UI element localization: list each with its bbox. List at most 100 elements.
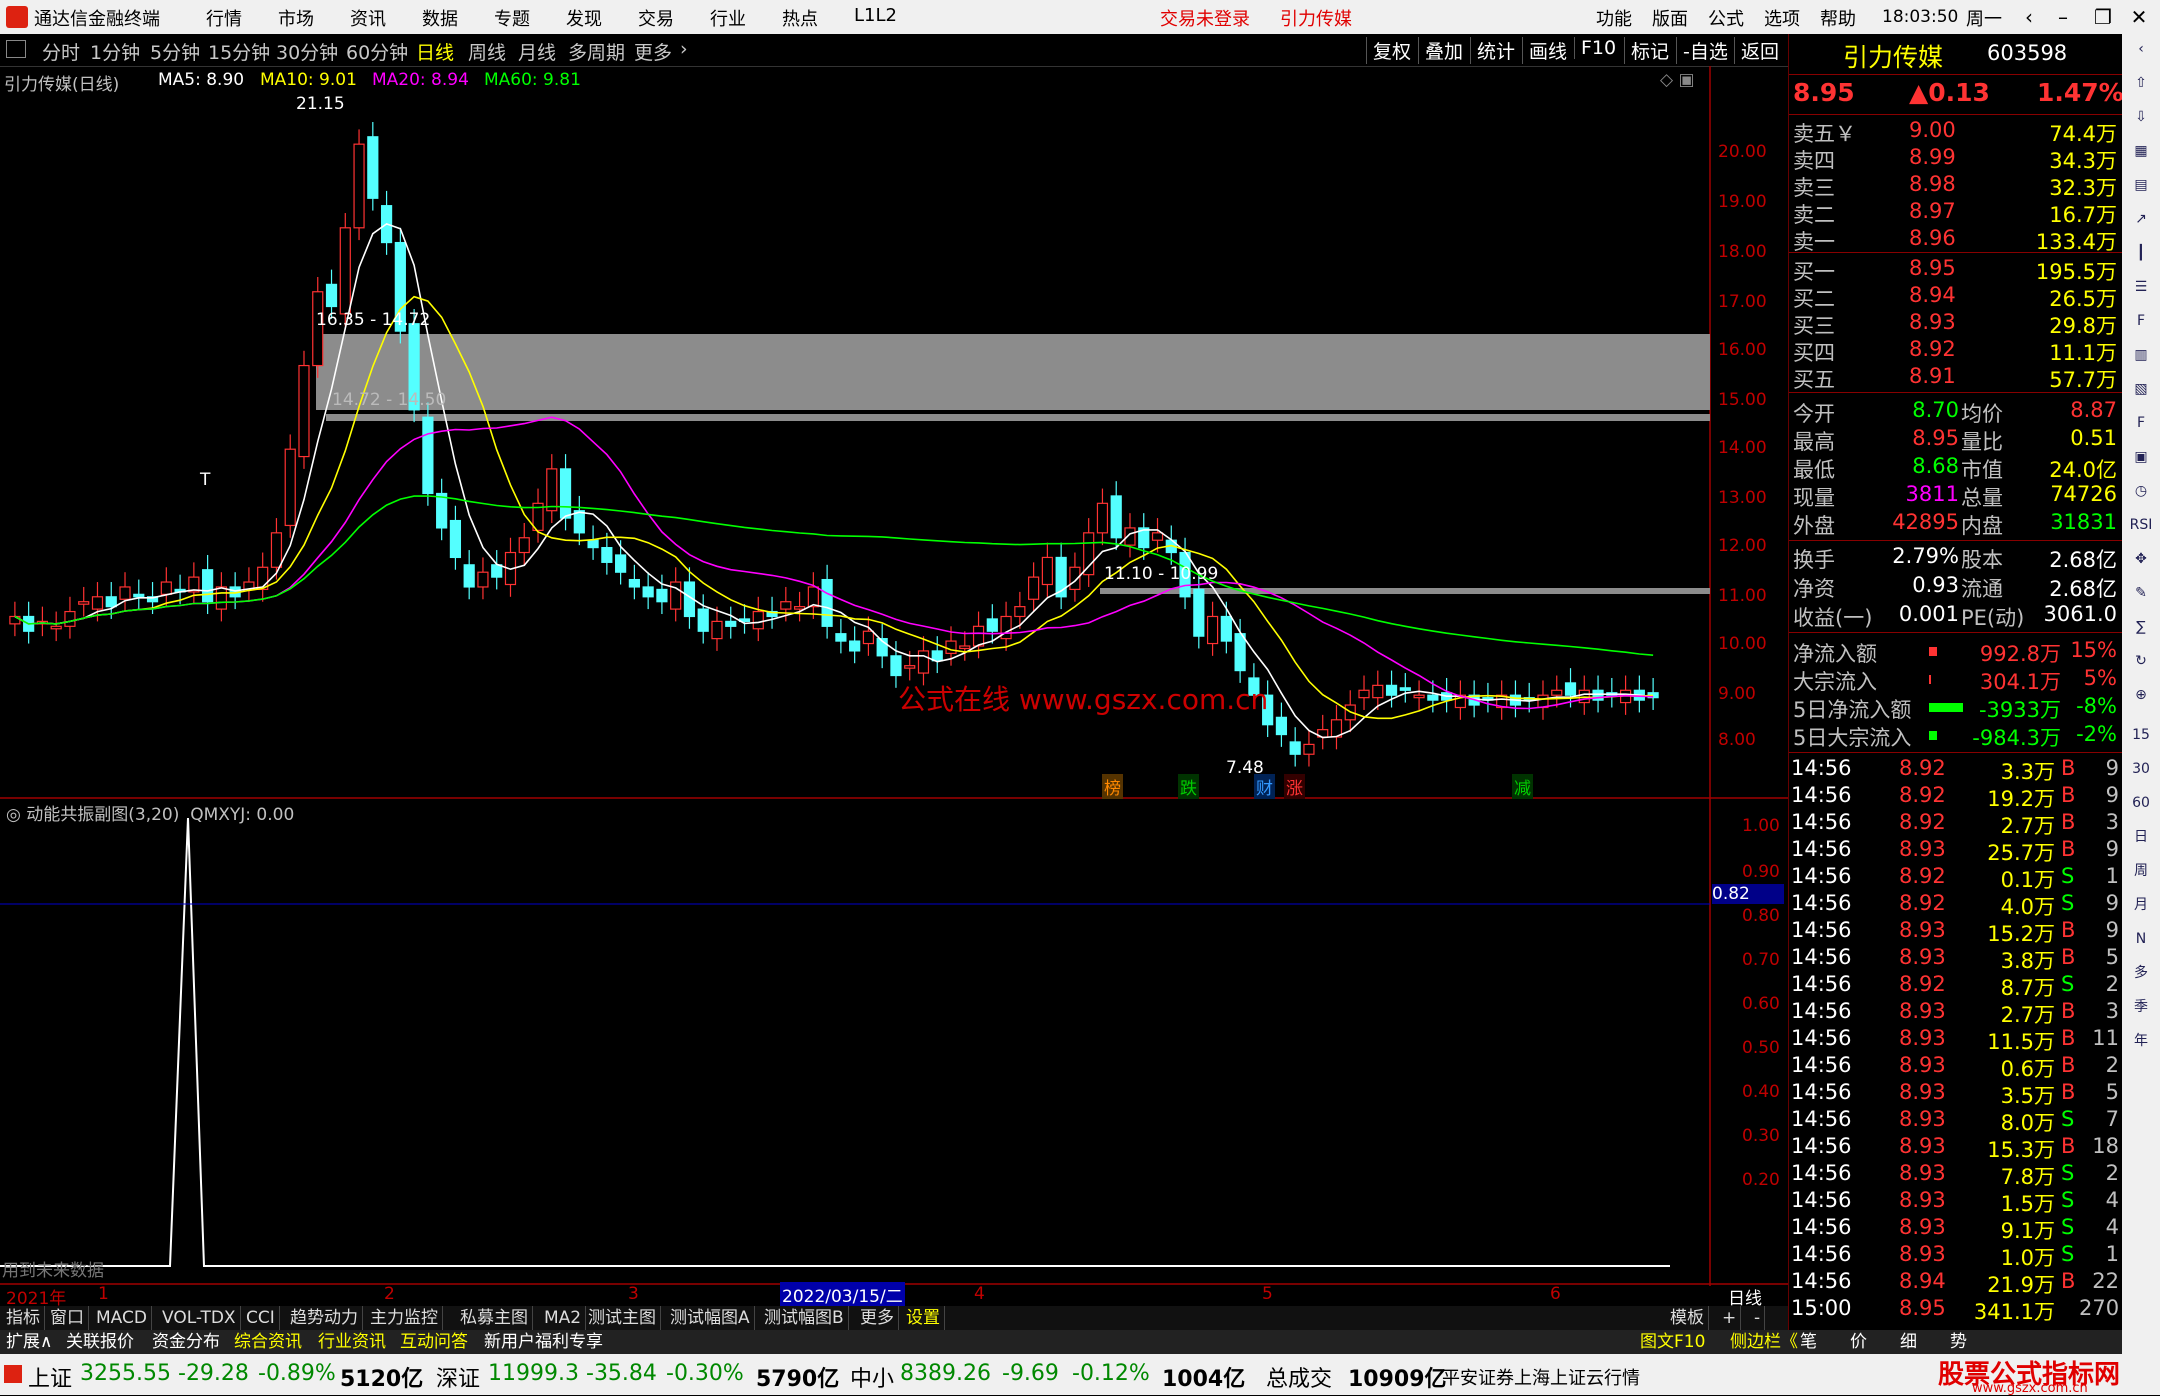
more-periods-button[interactable]: 更多 — [634, 38, 672, 65]
chart-settings-icon[interactable]: ◇ ▣ — [1660, 70, 1695, 90]
back-icon[interactable]: ‹ — [2012, 2, 2046, 32]
add-window-button[interactable]: + — [1718, 1306, 1742, 1330]
menu-item[interactable]: 专题 — [494, 5, 530, 31]
login-status-link[interactable]: 交易未登录 — [1160, 5, 1250, 31]
menu-item[interactable]: 发现 — [566, 5, 602, 31]
extension-tab-right[interactable]: 图文F10 — [1636, 1330, 1709, 1354]
extension-tab[interactable]: 行业资讯 — [314, 1330, 390, 1354]
remove-window-button[interactable]: - — [1750, 1306, 1766, 1330]
extension-tab[interactable]: 互动问答 — [396, 1330, 472, 1354]
table-icon[interactable]: ▥ — [2128, 342, 2154, 368]
toolbar-button[interactable]: 叠加 — [1418, 37, 1469, 64]
menu-item[interactable]: 资讯 — [350, 5, 386, 31]
menu-item-options[interactable]: 选项 — [1764, 5, 1800, 31]
event-tag[interactable]: 涨 — [1284, 774, 1305, 799]
indicator-tab[interactable]: 测试主图 — [584, 1306, 661, 1330]
period-button[interactable]: N — [2128, 926, 2154, 952]
extension-tab-right[interactable]: 细 — [1896, 1330, 1921, 1354]
toolbar-button[interactable]: -自选 — [1676, 37, 1734, 64]
grid-icon[interactable]: ▤ — [2128, 172, 2154, 198]
menu-item-help[interactable]: 帮助 — [1820, 5, 1856, 31]
candle-icon[interactable]: ┃ — [2128, 240, 2154, 266]
period-tab[interactable]: 60分钟 — [346, 38, 408, 65]
sidebar-label[interactable]: RSI — [2128, 512, 2154, 538]
indicator-tab[interactable]: 主力监控 — [366, 1306, 443, 1330]
f2-icon[interactable]: F — [2128, 410, 2154, 436]
indicator-tab[interactable]: VOL-TDX — [158, 1306, 241, 1330]
minimize-icon[interactable]: – — [2046, 2, 2080, 32]
menu-item[interactable]: 行业 — [710, 5, 746, 31]
menu-item[interactable]: 行情 — [206, 5, 242, 31]
restore-icon[interactable]: ❐ — [2086, 2, 2120, 32]
menu-item[interactable]: 市场 — [278, 5, 314, 31]
indicator-tab[interactable]: 私募主图 — [456, 1306, 533, 1330]
report-icon[interactable]: ▧ — [2128, 376, 2154, 402]
calc-icon[interactable]: ▣ — [2128, 444, 2154, 470]
period-tab[interactable]: 15分钟 — [208, 38, 270, 65]
chart-area[interactable]: 引力传媒(日线) MA5: 8.90 MA10: 9.01 MA20: 8.94… — [0, 66, 1788, 1309]
refresh-icon[interactable]: ↻ — [2128, 648, 2154, 674]
menu-item-formula[interactable]: 公式 — [1708, 5, 1744, 31]
zoom-icon[interactable]: ⊕ — [2128, 682, 2154, 708]
indicator-tab[interactable]: 指标 — [2, 1306, 45, 1330]
menu-item[interactable]: L1L2 — [854, 5, 897, 26]
period-button[interactable]: 月 — [2128, 892, 2154, 918]
menu-item-function[interactable]: 功能 — [1596, 5, 1632, 31]
chevron-left-icon[interactable]: ‹ — [2128, 36, 2154, 62]
toolbar-button[interactable]: F10 — [1574, 37, 1622, 59]
template-button[interactable]: 模板 — [1666, 1306, 1709, 1330]
indicator-tab[interactable]: 更多 — [856, 1306, 899, 1330]
list-icon[interactable]: ☰ — [2128, 274, 2154, 300]
period-button[interactable]: 多 — [2128, 960, 2154, 986]
toolbar-button[interactable]: 统计 — [1470, 37, 1521, 64]
period-button[interactable]: 日 — [2128, 824, 2154, 850]
event-tag[interactable]: 财 — [1254, 774, 1275, 799]
extension-tab-right[interactable]: 笔 — [1796, 1330, 1821, 1354]
indicator-tab[interactable]: 测试幅图A — [666, 1306, 755, 1330]
period-tab[interactable]: 分时 — [42, 38, 80, 65]
current-stock-name[interactable]: 引力传媒 — [1280, 5, 1352, 31]
menu-item[interactable]: 交易 — [638, 5, 674, 31]
up-arrow-icon[interactable]: ⇧ — [2128, 70, 2154, 96]
indicator-tab[interactable]: 设置 — [902, 1306, 945, 1330]
extension-tab-right[interactable]: 价 — [1846, 1330, 1871, 1354]
period-tab[interactable]: 1分钟 — [90, 38, 140, 65]
extension-tab[interactable]: 关联报价 — [62, 1330, 138, 1354]
sh-label[interactable]: 上证 — [28, 1361, 72, 1393]
event-tag[interactable]: 减 — [1512, 774, 1533, 799]
event-tag[interactable]: 跌 — [1178, 774, 1199, 799]
indicator-tab[interactable]: MA2 — [540, 1306, 587, 1330]
period-button[interactable]: 季 — [2128, 994, 2154, 1020]
extension-tab[interactable]: 综合资讯 — [230, 1330, 306, 1354]
move-icon[interactable]: ✥ — [2128, 546, 2154, 572]
f10-icon[interactable]: F — [2128, 308, 2154, 334]
toolbar-button[interactable]: 画线 — [1522, 37, 1573, 64]
period-button[interactable]: 15 — [2128, 722, 2154, 748]
period-button[interactable]: 60 — [2128, 790, 2154, 816]
indicator-tab[interactable]: 窗口 — [46, 1306, 89, 1330]
period-tab[interactable]: 5分钟 — [150, 38, 200, 65]
kline-chart[interactable] — [0, 66, 1788, 1286]
clock-icon[interactable]: ◷ — [2128, 478, 2154, 504]
toolbar-button[interactable]: 标记 — [1624, 37, 1675, 64]
period-button[interactable]: 30 — [2128, 756, 2154, 782]
event-tag[interactable]: 榜 — [1102, 774, 1123, 799]
indicator-tab[interactable]: 趋势动力 — [286, 1306, 363, 1330]
toolbar-button[interactable]: 复权 — [1366, 37, 1417, 64]
pencil-icon[interactable]: ✎ — [2128, 580, 2154, 606]
panel-toggle-icon[interactable] — [6, 40, 26, 58]
toolbar-button[interactable]: 返回 — [1734, 37, 1785, 64]
indicator-tab[interactable]: MACD — [92, 1306, 152, 1330]
extension-tab[interactable]: 新用户福利专享 — [480, 1330, 607, 1354]
period-button[interactable]: 周 — [2128, 858, 2154, 884]
line-chart-icon[interactable]: ↗ — [2128, 206, 2154, 232]
menu-item[interactable]: 热点 — [782, 5, 818, 31]
extension-tab-right[interactable]: 侧边栏《 — [1726, 1330, 1802, 1354]
period-tab[interactable]: 多周期 — [568, 38, 625, 65]
extension-tab[interactable]: 资金分布 — [148, 1330, 224, 1354]
zx-label[interactable]: 中小 — [850, 1361, 894, 1393]
extension-tab-right[interactable]: 势 — [1946, 1330, 1971, 1354]
period-button[interactable]: 年 — [2128, 1028, 2154, 1054]
chart-icon[interactable]: ▦ — [2128, 138, 2154, 164]
indicator-tab[interactable]: 测试幅图B — [760, 1306, 849, 1330]
